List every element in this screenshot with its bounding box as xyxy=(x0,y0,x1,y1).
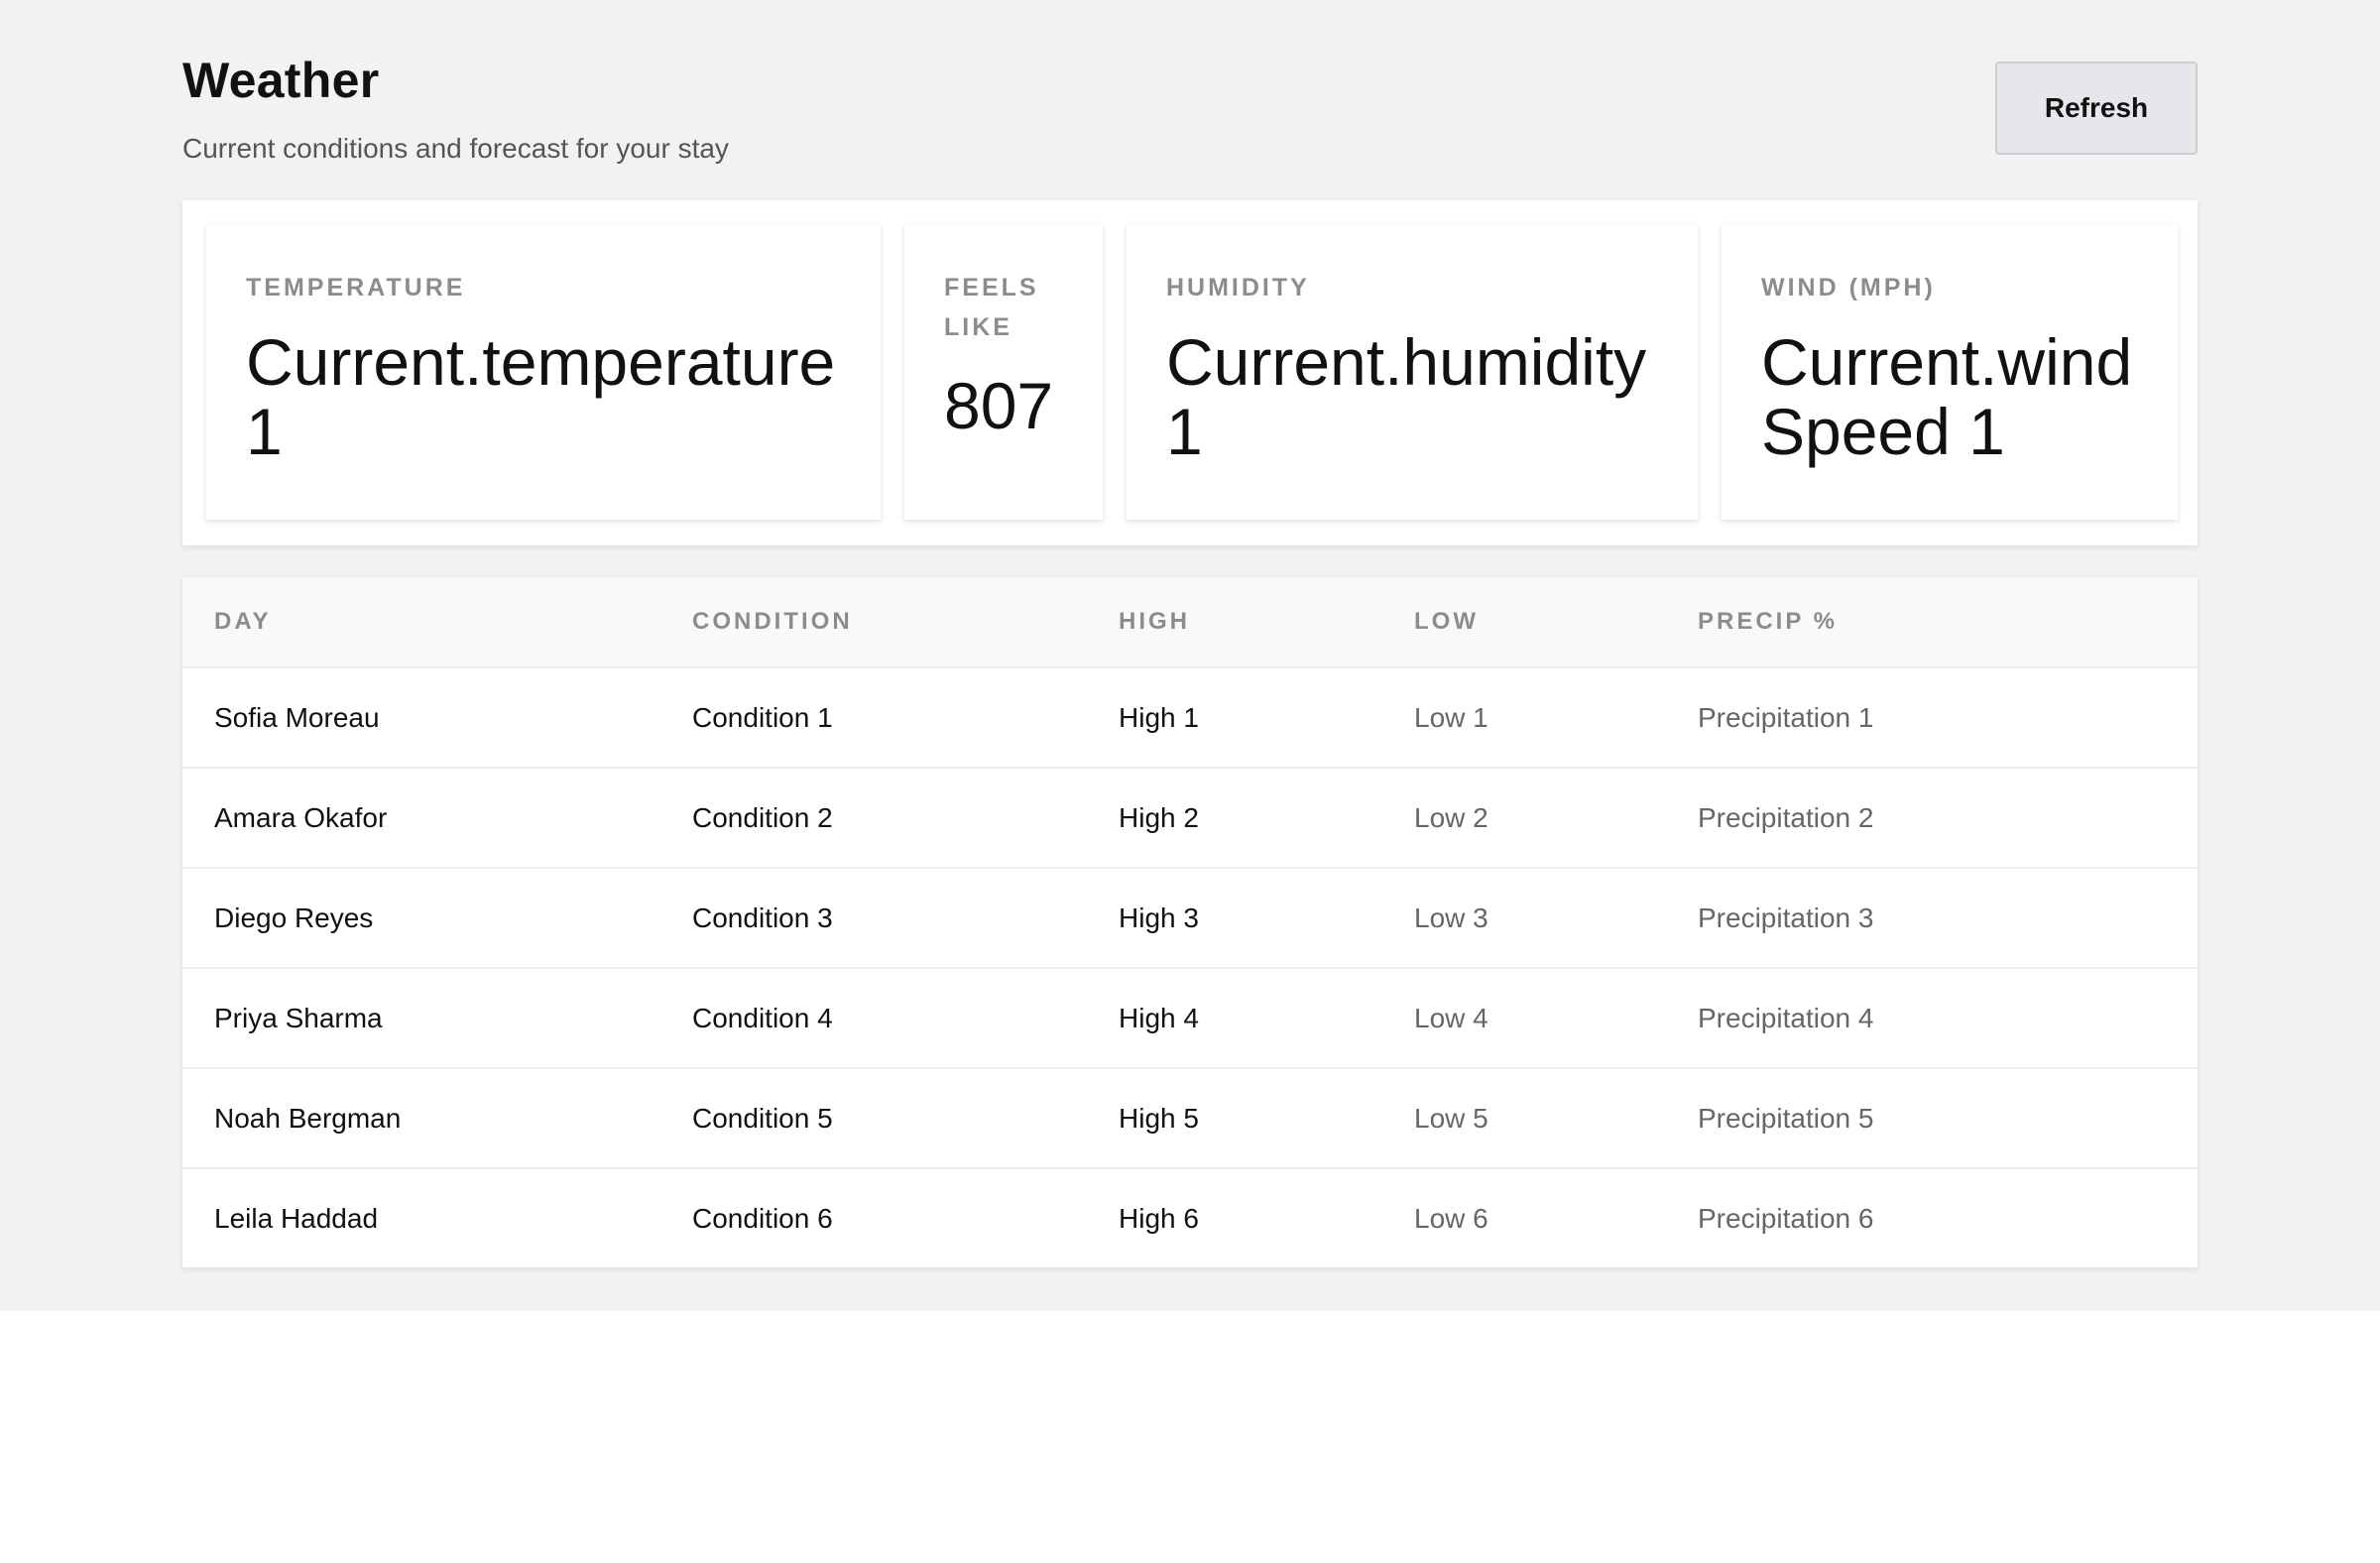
cell-precip: Precipitation 4 xyxy=(1698,967,2198,1068)
cell-low: Low 1 xyxy=(1414,666,1698,768)
column-header-high[interactable]: High xyxy=(1119,577,1414,667)
cell-precip: Precipitation 5 xyxy=(1698,1067,2198,1168)
cell-low: Low 3 xyxy=(1414,867,1698,968)
cell-precip: Precipitation 2 xyxy=(1698,767,2198,868)
column-header-low[interactable]: Low xyxy=(1414,577,1698,667)
humidity-card: Humidity Current.humidity 1 xyxy=(1127,224,1698,520)
cell-high: High 2 xyxy=(1119,767,1414,868)
cell-precip: Precipitation 1 xyxy=(1698,666,2198,768)
cell-condition: Condition 2 xyxy=(692,767,1119,868)
cell-high: High 3 xyxy=(1119,867,1414,968)
table-row[interactable]: Diego Reyes Condition 3 High 3 Low 3 Pre… xyxy=(182,867,2198,968)
cell-day: Amara Okafor xyxy=(182,767,692,868)
cell-high: High 6 xyxy=(1119,1167,1414,1267)
column-header-precip[interactable]: Precip % xyxy=(1698,577,2198,667)
cell-precip: Precipitation 3 xyxy=(1698,867,2198,968)
table-row[interactable]: Priya Sharma Condition 4 High 4 Low 4 Pr… xyxy=(182,967,2198,1068)
cell-low: Low 6 xyxy=(1414,1167,1698,1267)
current-conditions-panel: Temperature Current.temperature 1 Feels … xyxy=(182,200,2198,545)
cell-day: Diego Reyes xyxy=(182,867,692,968)
forecast-table: Day Condition High Low Precip % Sofia Mo… xyxy=(182,577,2198,1267)
table-row[interactable]: Sofia Moreau Condition 1 High 1 Low 1 Pr… xyxy=(182,666,2198,768)
cell-high: High 1 xyxy=(1119,666,1414,768)
temperature-value: Current.temperature 1 xyxy=(246,325,836,468)
cell-high: High 5 xyxy=(1119,1067,1414,1168)
temperature-label: Temperature xyxy=(246,274,466,301)
cell-low: Low 4 xyxy=(1414,967,1698,1068)
cell-precip: Precipitation 6 xyxy=(1698,1167,2198,1267)
table-row[interactable]: Amara Okafor Condition 2 High 2 Low 2 Pr… xyxy=(182,767,2198,868)
table-header-row: Day Condition High Low Precip % xyxy=(182,577,2198,667)
cell-day: Leila Haddad xyxy=(182,1167,692,1267)
cell-condition: Condition 6 xyxy=(692,1167,1119,1267)
humidity-label: Humidity xyxy=(1166,274,1310,301)
cell-condition: Condition 4 xyxy=(692,967,1119,1068)
wind-value: Current.wind Speed 1 xyxy=(1761,325,2133,468)
humidity-value: Current.humidity 1 xyxy=(1166,325,1647,468)
feels-like-label: Feels like xyxy=(944,274,1039,341)
page-title: Weather xyxy=(182,53,380,108)
column-header-day[interactable]: Day xyxy=(182,577,692,667)
cell-condition: Condition 3 xyxy=(692,867,1119,968)
temperature-card: Temperature Current.temperature 1 xyxy=(206,224,881,520)
feels-like-value: 807 xyxy=(944,369,1054,442)
column-header-condition[interactable]: Condition xyxy=(692,577,1119,667)
cell-low: Low 5 xyxy=(1414,1067,1698,1168)
cell-day: Sofia Moreau xyxy=(182,666,692,768)
cell-condition: Condition 5 xyxy=(692,1067,1119,1168)
cell-high: High 4 xyxy=(1119,967,1414,1068)
refresh-button[interactable]: Refresh xyxy=(1995,61,2198,155)
cell-condition: Condition 1 xyxy=(692,666,1119,768)
table-row[interactable]: Leila Haddad Condition 6 High 6 Low 6 Pr… xyxy=(182,1167,2198,1267)
page-header: Weather Current conditions and forecast … xyxy=(182,0,2198,198)
cell-day: Priya Sharma xyxy=(182,967,692,1068)
table-row[interactable]: Noah Bergman Condition 5 High 5 Low 5 Pr… xyxy=(182,1067,2198,1168)
wind-label: Wind (mph) xyxy=(1761,274,1936,301)
wind-card: Wind (mph) Current.wind Speed 1 xyxy=(1722,224,2178,520)
cell-day: Noah Bergman xyxy=(182,1067,692,1168)
page-subtitle: Current conditions and forecast for your… xyxy=(182,133,729,164)
weather-page: Weather Current conditions and forecast … xyxy=(182,0,2198,1267)
feels-like-card: Feels like 807 xyxy=(904,224,1103,520)
cell-low: Low 2 xyxy=(1414,767,1698,868)
